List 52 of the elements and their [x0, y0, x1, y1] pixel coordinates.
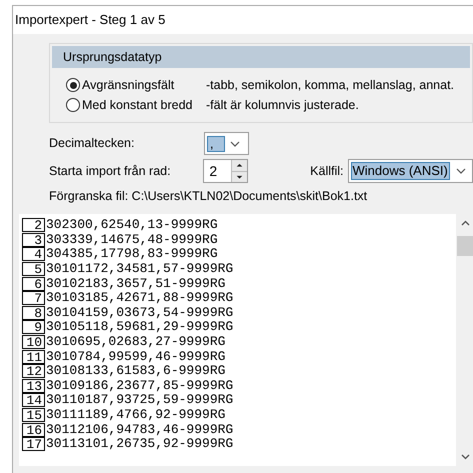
- row-number: 4: [22, 247, 45, 262]
- scrollbar-thumb[interactable]: [457, 236, 473, 256]
- row-number: 12: [22, 364, 45, 378]
- row-number: 8: [22, 306, 45, 320]
- source-file-dropdown[interactable]: Windows (ANSI): [348, 159, 473, 183]
- preview-row-text: 30110187,93725,59-9999RG: [46, 393, 234, 408]
- preview-row-text: 303339,14675,48-9999RG: [46, 232, 218, 247]
- preview-row-text: 3010784,99599,46-9999RG: [46, 350, 226, 364]
- option-description: -tabb, semikolon, komma, mellanslag, annat.: [206, 76, 454, 94]
- radio-label: Avgränsningsfält: [82, 76, 176, 94]
- preview-row-text: 302300,62540,13-9999RG: [46, 218, 218, 232]
- row-number: 2: [22, 218, 45, 232]
- scroll-down-icon[interactable]: [460, 454, 470, 460]
- preview-row-text: 30109186,23677,85-9999RG: [46, 378, 234, 393]
- chevron-down-icon: [456, 168, 466, 174]
- preview-row-text: 30102183,3657,51-9999RG: [46, 276, 226, 291]
- option-description: -fält är kolumnvis justerade.: [206, 96, 359, 114]
- row-number: 9: [22, 320, 45, 334]
- group-title: Ursprungsdatatyp: [63, 48, 162, 66]
- radio-label: Med konstant bredd: [82, 96, 194, 114]
- start-row-spinner[interactable]: 2: [203, 159, 248, 183]
- window-title: Importexpert - Steg 1 av 5: [15, 11, 166, 30]
- row-number: 16: [22, 422, 45, 437]
- row-number: 6: [22, 276, 45, 291]
- preview-row-text: 30111189,4766,92-9999RG: [46, 408, 226, 422]
- preview-row-text: 30105118,59681,29-9999RG: [46, 320, 234, 334]
- preview-row-text: 30112106,94783,46-9999RG: [46, 422, 234, 437]
- preview-row-text: 3010695,02683,27-9999RG: [46, 335, 226, 350]
- radio-button[interactable]: [66, 78, 80, 92]
- chevron-down-icon: [230, 140, 240, 146]
- preview-row-text: 30113101,26735,92-9999RG: [46, 437, 234, 452]
- row-number: 13: [22, 378, 45, 393]
- decimal-label: Decimaltecken:: [49, 135, 136, 152]
- row-number: 5: [22, 262, 45, 276]
- row-number: 14: [22, 393, 45, 408]
- row-number: 10: [22, 335, 45, 350]
- preview-row-text: 30108133,61583,6-9999RG: [46, 364, 226, 378]
- row-number: 17: [22, 437, 45, 452]
- preview-row-text: 304385,17798,83-9999RG: [46, 247, 218, 262]
- radio-button[interactable]: [66, 98, 80, 112]
- row-number: 7: [22, 291, 45, 306]
- start-row-label: Starta import från rad:: [49, 162, 172, 180]
- preview-file-path: Förgranska fil: C:\Users\KTLN02\Documents\skit\Bok1.txt: [49, 188, 368, 205]
- row-number: 15: [22, 408, 45, 422]
- preview-row-text: 30101172,34581,57-9999RG: [46, 262, 234, 276]
- preview-row-text: 30103185,42671,88-9999RG: [46, 291, 234, 306]
- row-number: 11: [22, 350, 45, 364]
- source-file-label: Källfil:: [310, 162, 344, 180]
- decimal-dropdown[interactable]: ,: [204, 132, 249, 155]
- row-number: 3: [22, 232, 45, 247]
- preview-row-text: 30104159,03673,54-9999RG: [46, 306, 234, 320]
- scroll-up-icon[interactable]: [460, 220, 470, 226]
